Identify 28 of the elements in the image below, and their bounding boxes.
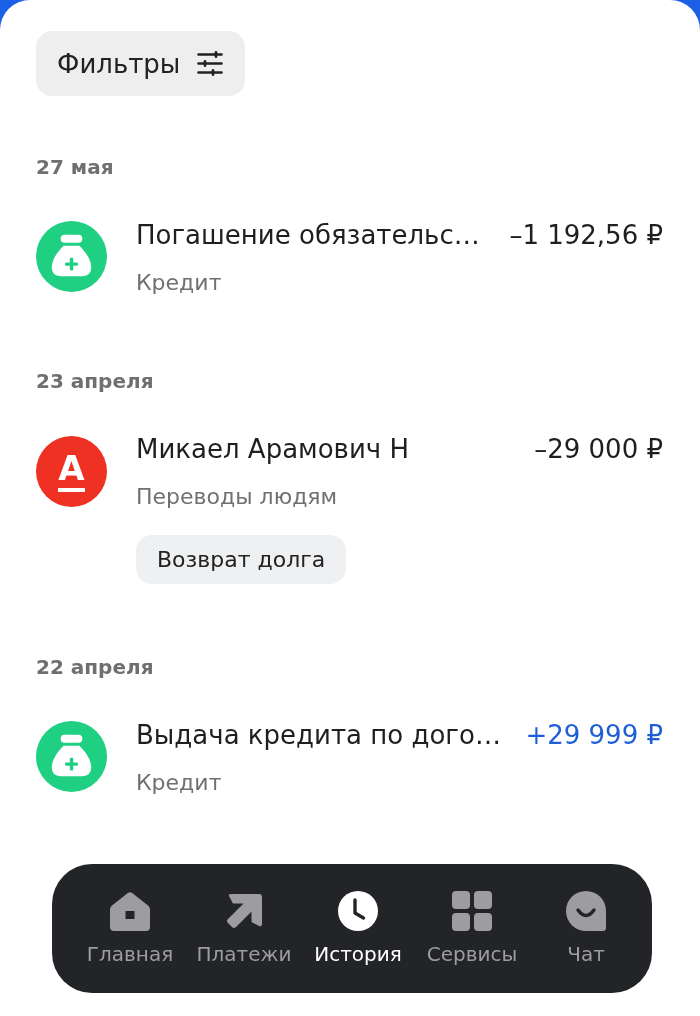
nav-tab[interactable]: Платежи xyxy=(187,891,301,966)
operation-category: Кредит xyxy=(136,269,222,297)
nav-tab[interactable]: Чат xyxy=(529,891,643,966)
operation-amount: –29 000 ₽ xyxy=(534,433,663,465)
operation-title: Погашение обязательс… xyxy=(136,219,480,251)
operation-category: Переводы людям xyxy=(136,483,338,511)
operation-amount: +29 999 ₽ xyxy=(525,719,663,751)
nav-tab[interactable]: Главная xyxy=(73,891,187,966)
home-icon xyxy=(110,891,150,931)
operation-title: Выдача кредита по дого… xyxy=(136,719,501,751)
nav-tab[interactable]: Сервисы xyxy=(415,891,529,966)
date-heading: 23 апреля xyxy=(36,368,154,394)
filters-button[interactable]: Фильтры xyxy=(36,31,246,96)
operation-category: Кредит xyxy=(136,769,222,797)
date-heading: 27 мая xyxy=(36,154,114,180)
date-heading: 22 апреля xyxy=(36,654,154,680)
arrow-icon xyxy=(224,891,264,931)
money-bag-icon xyxy=(36,721,107,792)
nav-tab[interactable]: История xyxy=(301,891,415,966)
comment-tag: Возврат долга xyxy=(136,535,347,584)
operation-title: Микаел Арамович Н xyxy=(136,433,409,465)
money-bag-icon xyxy=(36,221,107,292)
clock-icon xyxy=(338,891,378,931)
operation-amount: –1 192,56 ₽ xyxy=(509,219,663,251)
grid-icon xyxy=(452,891,492,931)
bank-logo: А xyxy=(36,436,107,507)
filter-sliders-icon xyxy=(197,51,224,76)
smile-bubble-icon xyxy=(566,891,606,931)
